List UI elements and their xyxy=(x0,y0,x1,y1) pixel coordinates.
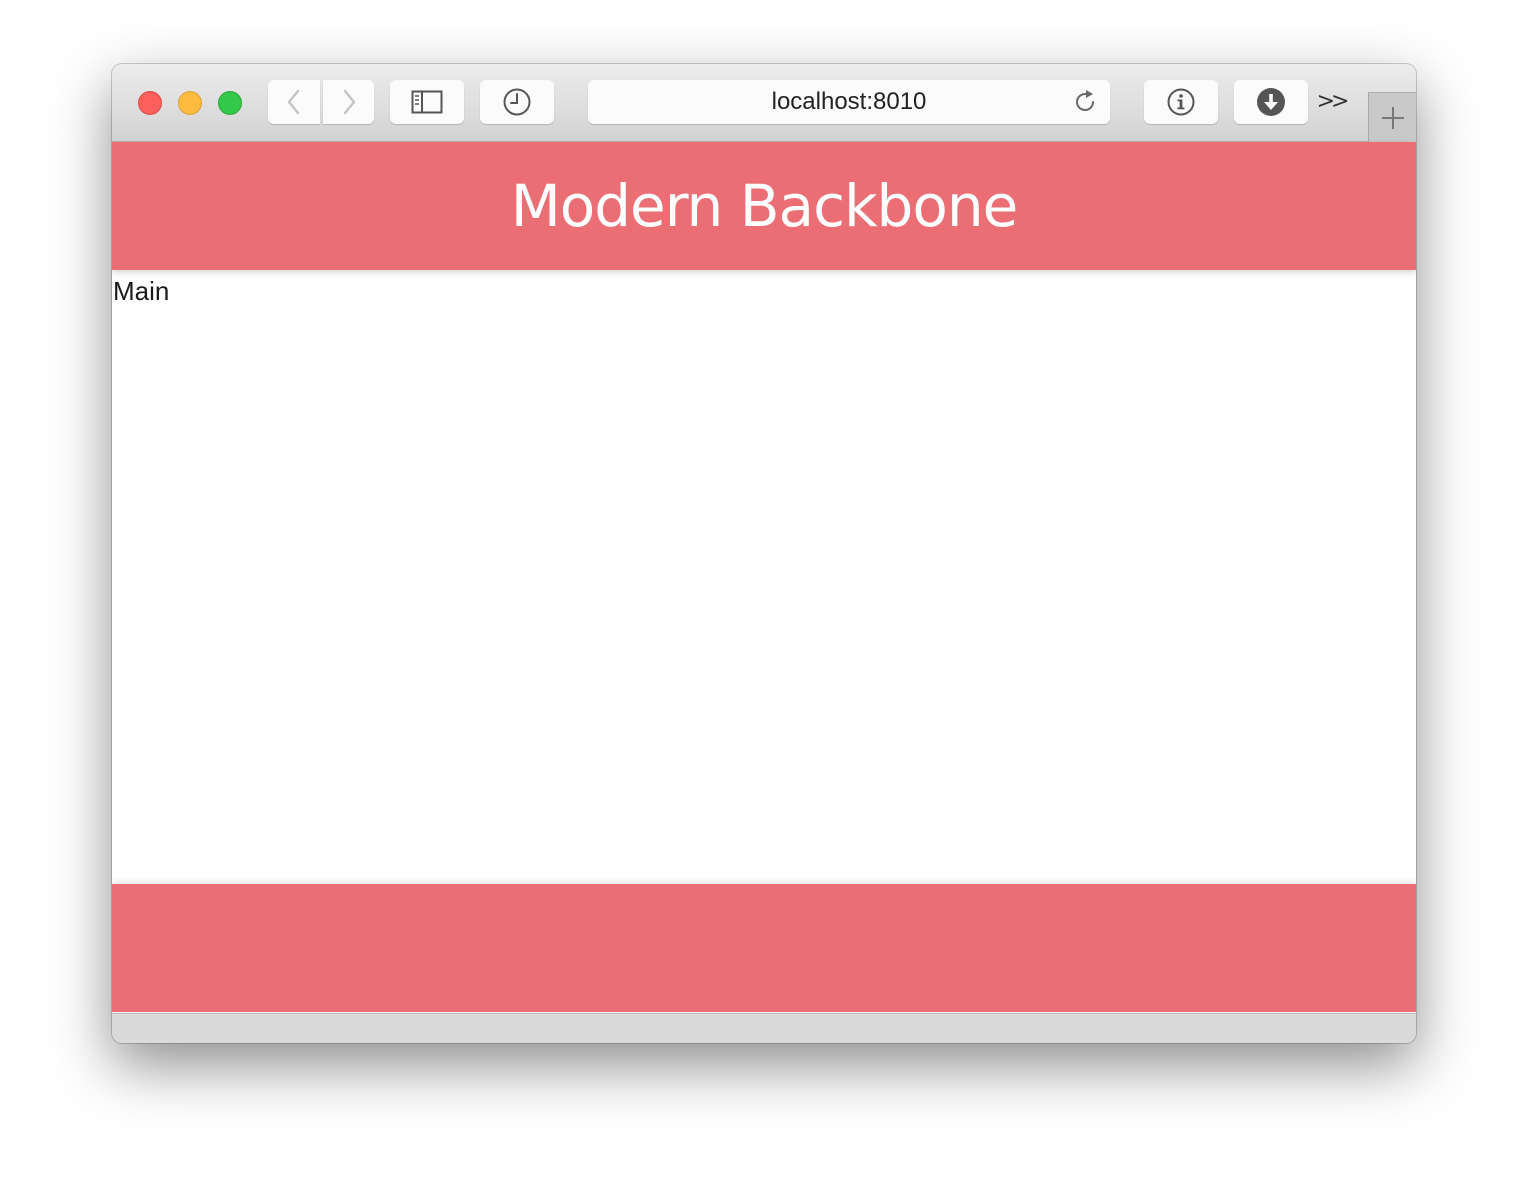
back-button[interactable] xyxy=(268,80,320,124)
browser-window: localhost:8010 >> Modern Backbone Main xyxy=(112,64,1416,1043)
forward-button[interactable] xyxy=(323,80,374,124)
sidebar-toggle-button[interactable] xyxy=(390,80,464,124)
double-chevron-right-icon: >> xyxy=(1316,89,1350,114)
address-bar[interactable]: localhost:8010 xyxy=(588,80,1110,124)
status-bar xyxy=(112,1013,1416,1043)
close-window-button[interactable] xyxy=(138,91,162,115)
download-icon xyxy=(1257,88,1285,116)
sidebar-icon xyxy=(411,90,443,114)
page-viewport: Modern Backbone Main xyxy=(112,142,1416,1013)
downloads-button[interactable] xyxy=(1234,80,1308,124)
app-footer xyxy=(112,884,1416,1012)
browser-toolbar: localhost:8010 >> xyxy=(112,64,1416,142)
new-tab-button[interactable] xyxy=(1368,92,1416,142)
plus-icon xyxy=(1381,106,1404,129)
toolbar-overflow-button[interactable]: >> xyxy=(1316,88,1350,116)
chevron-left-icon xyxy=(287,89,300,115)
page-title: Modern Backbone xyxy=(510,172,1019,240)
clock-icon xyxy=(503,88,531,116)
url-text[interactable]: localhost:8010 xyxy=(588,80,1110,124)
reload-icon[interactable] xyxy=(1072,89,1098,115)
minimize-window-button[interactable] xyxy=(178,91,202,115)
maximize-window-button[interactable] xyxy=(218,91,242,115)
chevron-right-icon xyxy=(343,89,355,115)
page-info-button[interactable] xyxy=(1144,80,1218,124)
info-icon xyxy=(1167,88,1195,116)
main-content-label: Main xyxy=(113,276,170,306)
app-header: Modern Backbone xyxy=(112,142,1416,270)
history-button[interactable] xyxy=(480,80,554,124)
